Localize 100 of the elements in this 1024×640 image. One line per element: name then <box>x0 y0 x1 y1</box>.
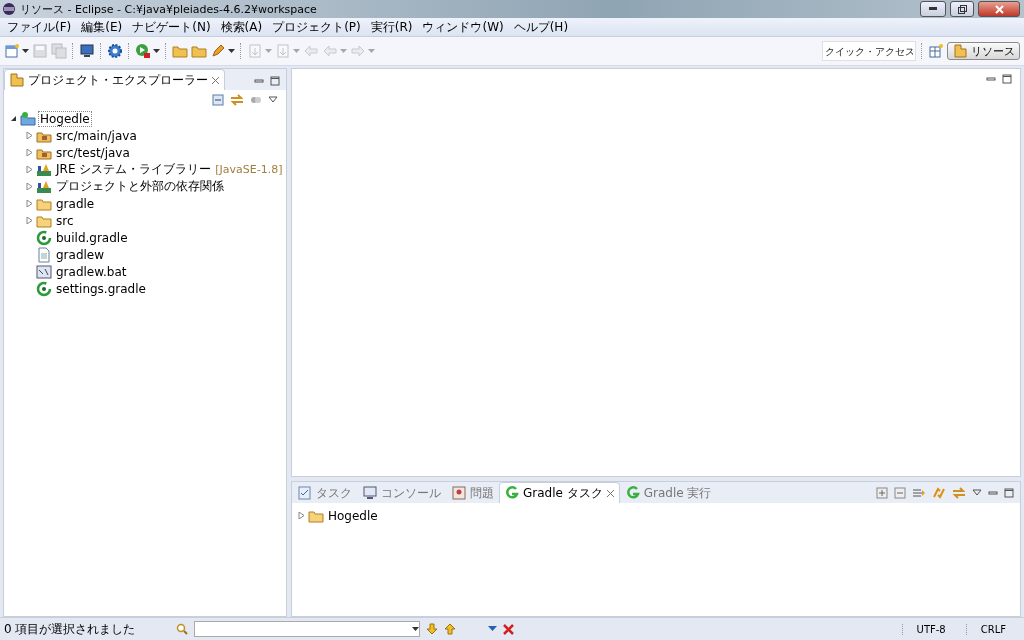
collapse-all-icon <box>212 94 224 106</box>
dropdown-caret-icon <box>228 48 235 54</box>
collapsed-arrow-icon <box>25 217 33 224</box>
collapsed-arrow-icon <box>25 166 33 173</box>
collapsed-arrow-icon <box>297 512 305 519</box>
dropdown-caret-icon <box>340 48 347 54</box>
problems-icon <box>451 485 467 501</box>
tree-item-label[interactable]: src/test/java <box>54 144 132 161</box>
forward-arrow-icon <box>350 43 366 59</box>
new-file-icon <box>4 43 20 59</box>
view-tab[interactable]: プロジェクト・エクスプローラー <box>4 69 225 90</box>
link-editor-icon <box>952 487 966 499</box>
menu-item[interactable]: ナビゲート(N) <box>127 18 216 36</box>
collapsed-arrow-icon <box>25 149 33 156</box>
view-tab[interactable]: Gradle タスク <box>499 482 620 503</box>
up-arrow-icon <box>444 623 456 635</box>
tree-item-label[interactable]: gradlew.bat <box>54 263 129 280</box>
gear-icon <box>107 43 123 59</box>
tree-item-label[interactable]: JRE システム・ライブラリー <box>54 160 214 179</box>
gradle-g-icon <box>624 485 641 501</box>
folder-icon <box>172 43 188 59</box>
tree-item-label[interactable]: gradle <box>54 195 97 212</box>
view-tab[interactable]: タスク <box>292 482 357 503</box>
minimize-button[interactable] <box>920 1 946 17</box>
tree-item-label[interactable]: Hogedle <box>38 110 92 127</box>
run-icon <box>135 43 151 59</box>
encoding-label: UTF-8 <box>901 623 960 635</box>
status-message: 0 項目が選択されました <box>4 620 137 638</box>
expand-all-icon <box>876 487 888 499</box>
window-title: リソース - Eclipse - C:¥java¥pleiades-4.6.2¥workspace <box>20 1 318 17</box>
find-field[interactable] <box>194 621 420 637</box>
view-tab[interactable]: 問題 <box>446 482 499 503</box>
quick-access-field[interactable]: クイック・アクセス <box>822 41 916 61</box>
link-editor-icon <box>230 94 244 106</box>
maximize-icon <box>1002 74 1012 84</box>
dropdown-caret-icon <box>153 48 160 54</box>
search-icon <box>176 623 188 635</box>
toolbar-button[interactable] <box>107 41 123 61</box>
collapsed-arrow-icon <box>25 183 33 190</box>
tree-item-label[interactable]: プロジェクトと外部の依存関係 <box>54 177 226 196</box>
perspective-button[interactable]: リソース <box>947 42 1020 60</box>
menu-item[interactable]: 検索(A) <box>215 18 268 36</box>
back-arrow-icon <box>322 43 338 59</box>
toolbar-button[interactable] <box>135 41 160 61</box>
restore-icon <box>957 4 967 14</box>
tree-item-label[interactable]: settings.gradle <box>54 280 148 297</box>
open-perspective-icon <box>928 43 944 59</box>
dropdown-caret-icon <box>22 48 29 54</box>
tree-item-decoration: [JavaSE-1.8] <box>215 163 283 176</box>
dropdown-caret-icon <box>412 626 419 632</box>
menu-item[interactable]: 編集(E) <box>76 18 128 36</box>
minimize-icon <box>988 488 998 498</box>
dropdown-caret-icon <box>488 626 497 632</box>
down-arrow-icon <box>426 623 438 635</box>
open-perspective-button[interactable] <box>928 41 944 61</box>
minimize-icon <box>254 76 264 86</box>
maximize-icon <box>270 76 280 86</box>
folder-icon <box>191 43 207 59</box>
expanded-arrow-icon <box>9 115 17 122</box>
view-tab[interactable]: Gradle 実行 <box>619 482 717 503</box>
batch-file-icon <box>36 263 52 280</box>
back-arrow-icon <box>303 43 319 59</box>
tree-item-label[interactable]: Hogedle <box>326 507 380 524</box>
menu-item[interactable]: ウィンドウ(W) <box>417 18 509 36</box>
dropdown-caret-icon <box>368 48 375 54</box>
collapsed-arrow-icon <box>25 132 33 139</box>
text-file-icon <box>36 246 52 263</box>
project-icon <box>20 110 36 127</box>
menu-item[interactable]: 実行(R) <box>365 18 418 36</box>
collapse-all-icon <box>894 487 906 499</box>
save-all-icon <box>51 43 67 59</box>
minimize-icon <box>986 74 996 84</box>
show-tasks-icon <box>912 487 926 499</box>
dropdown-caret-icon <box>265 48 272 54</box>
monitor-icon <box>79 43 95 59</box>
pen-icon <box>210 43 226 59</box>
close-button[interactable] <box>978 1 1020 17</box>
tree-item-label[interactable]: gradlew <box>54 246 107 263</box>
tree-item-label[interactable]: src <box>54 212 76 229</box>
tree-item-label[interactable]: build.gradle <box>54 229 130 246</box>
gradle-icon <box>36 280 52 297</box>
save-icon <box>32 43 48 59</box>
view-menu-icon <box>972 489 982 497</box>
view-menu-icon <box>268 96 278 104</box>
menu-item[interactable]: ファイル(F) <box>2 18 77 36</box>
menu-item[interactable]: プロジェクト(P) <box>267 18 366 36</box>
maximize-icon <box>1004 488 1014 498</box>
menu-item[interactable]: ヘルプ(H) <box>508 18 574 36</box>
refresh-icon <box>932 487 946 499</box>
close-icon <box>994 4 1004 14</box>
view-tab[interactable]: コンソール <box>357 482 446 503</box>
gradle-icon <box>36 229 52 246</box>
toolbar-button[interactable] <box>4 41 29 61</box>
filter-icon <box>250 94 262 106</box>
restore-button[interactable] <box>950 1 974 17</box>
close-icon <box>503 623 514 635</box>
line-ending-label: CRLF <box>965 623 1020 635</box>
close-icon <box>211 75 220 85</box>
tree-item-label[interactable]: src/main/java <box>54 127 139 144</box>
explorer-icon <box>9 72 25 88</box>
